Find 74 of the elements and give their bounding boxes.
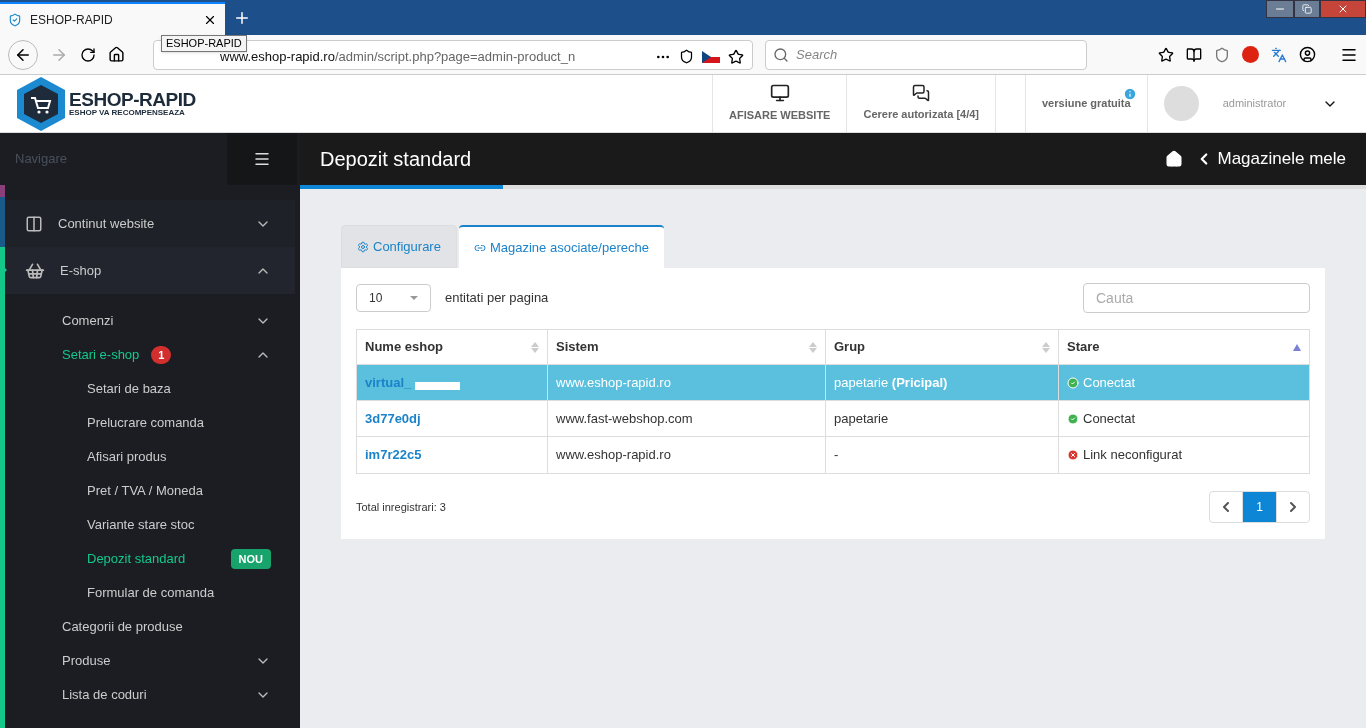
sidebar-item[interactable]: Categorii de produse (5, 610, 295, 644)
sidebar-subitem[interactable]: Pret / TVA / Moneda (5, 474, 295, 508)
new-tab-icon[interactable] (233, 9, 251, 27)
avatar (1163, 86, 1199, 121)
column-header[interactable]: Stare (1059, 330, 1309, 364)
tab[interactable]: Magazine asociate/pereche (458, 225, 664, 268)
shop-link[interactable]: 3d77e0dj (365, 408, 421, 429)
table-cell-text: www.eshop-rapid.ro (556, 373, 671, 392)
bookmark-star-icon[interactable] (728, 48, 744, 65)
reload-icon[interactable] (80, 46, 96, 63)
search-field[interactable]: Search (765, 39, 1087, 70)
search-icon (773, 46, 789, 63)
table-cell-text: papetarie (Pricipal) (834, 373, 948, 392)
site-favicon-icon (8, 12, 22, 27)
table-cell-text: www.eshop-rapid.ro (556, 446, 671, 465)
page-title: Depozit standard (320, 147, 473, 172)
monitor-icon (769, 83, 790, 104)
restore-icon (1302, 4, 1312, 14)
info-icon (1122, 87, 1137, 101)
sidebar-subitem[interactable]: Afisari produs (5, 440, 295, 474)
restore-button[interactable] (1294, 0, 1320, 18)
table-cell-text: Conectat (1083, 373, 1136, 392)
count-badge: 1 (151, 346, 172, 364)
close-icon (1337, 3, 1349, 15)
menu-icon (253, 150, 271, 168)
sidebar-subitem[interactable]: Variante stare stoc (5, 508, 295, 542)
home-icon[interactable] (108, 46, 125, 63)
version-label: versiune gratuita (1042, 96, 1131, 112)
table-cell-text: Conectat (1083, 409, 1136, 428)
column-header[interactable]: Sistem (548, 330, 826, 364)
sidebar-item[interactable]: Setari e-shop 1 (5, 338, 295, 372)
chat-icon (912, 84, 931, 103)
new-tag: NOU (230, 548, 271, 570)
table-cell-text: www.fast-webshop.com (556, 409, 693, 428)
shield-icon[interactable] (1214, 46, 1230, 63)
sidebar-section[interactable]: Continut website (5, 200, 295, 247)
page-size-select[interactable]: 10 (356, 284, 431, 312)
search-field[interactable]: Cauta (1083, 283, 1310, 313)
table-row[interactable]: 3d77e0dj www.fast-webshop.com papetarie Conectat (357, 401, 1309, 437)
logo-title: ESHOP-RAPID (69, 90, 196, 109)
shop-link[interactable]: im7r22c5 (365, 445, 422, 465)
logo-subtitle: ESHOP VA RECOMPENSEAZA (69, 109, 186, 117)
breadcrumb-link[interactable]: Magazinele mele (1217, 146, 1346, 172)
sidebar-subitem[interactable]: Formular de comanda (5, 576, 295, 610)
column-header[interactable]: Grup (826, 330, 1059, 364)
minimize-button[interactable] (1266, 0, 1294, 18)
home-icon[interactable] (1165, 150, 1184, 168)
table-cell-text: Link neconfigurat (1083, 446, 1182, 465)
bookmarks-icon[interactable] (1158, 46, 1174, 63)
total-records: Total inregistrari: 3 (356, 499, 447, 515)
sidebar-subitem[interactable]: Prelucrare comanda (5, 406, 295, 440)
header-action-button[interactable]: AFISARE WEBSITE (712, 75, 847, 132)
page-button[interactable]: 1 (1243, 492, 1276, 522)
basket-icon (25, 260, 45, 281)
sidebar-toggle-button[interactable] (227, 133, 297, 185)
account-icon[interactable] (1299, 46, 1316, 63)
flag-icon (702, 50, 720, 63)
translate-icon[interactable] (1271, 46, 1287, 63)
browser-tab[interactable]: ESHOP-RAPID (0, 2, 225, 35)
gears-icon (357, 240, 369, 253)
sidebar-item[interactable]: Lista de coduri (5, 678, 295, 712)
column-header[interactable]: Nume eshop (357, 330, 548, 364)
sidebar-item[interactable]: Comenzi (5, 304, 295, 338)
tooltip: ESHOP-RAPID (161, 35, 247, 52)
table-cell-text: papetarie (834, 409, 889, 428)
table-cell-text: - (834, 446, 839, 465)
sidebar-subitem[interactable]: Setari de baza (5, 372, 295, 406)
sidebar-item[interactable]: Produse (5, 644, 295, 678)
redaction-mark (415, 381, 461, 390)
sidebar-subitem[interactable]: Depozit standard NOU (5, 542, 295, 576)
header-action-button[interactable]: Cerere autorizata [4/4] (846, 75, 995, 132)
columns-icon (25, 214, 43, 233)
reader-icon[interactable] (1186, 46, 1202, 63)
page-size-label: entitati per pagina (445, 289, 550, 308)
